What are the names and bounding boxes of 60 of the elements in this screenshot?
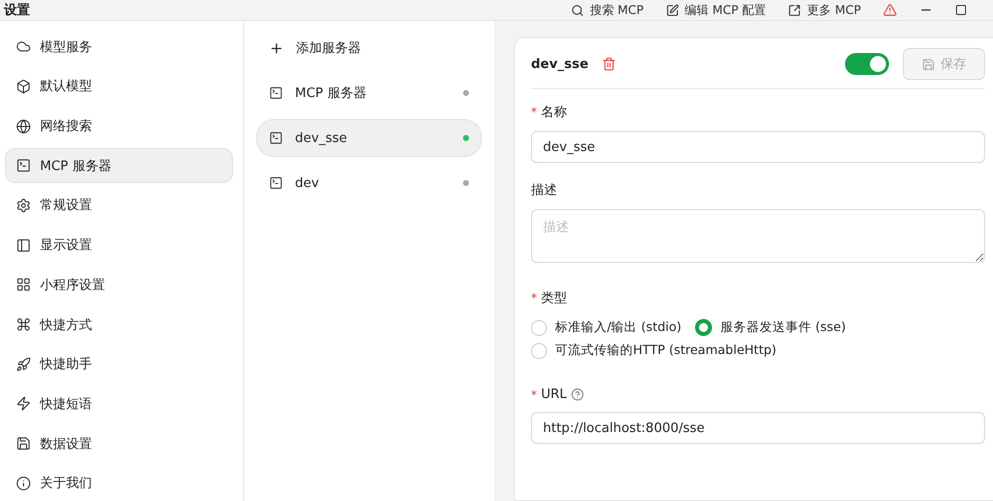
- grid-icon: [16, 277, 31, 292]
- search-icon: [570, 4, 584, 16]
- command-icon: [16, 317, 31, 332]
- server-name: MCP 服务器: [295, 85, 368, 102]
- server-item[interactable]: dev: [256, 164, 482, 202]
- panel-icon: [16, 238, 31, 253]
- field-label: URL: [541, 387, 567, 402]
- url-input[interactable]: http://localhost:8000/sse: [531, 412, 985, 444]
- search-mcp-button[interactable]: 搜索 MCP: [570, 2, 644, 18]
- sidebar-item[interactable]: MCP 服务器: [5, 148, 233, 184]
- server-item[interactable]: MCP 服务器: [256, 74, 482, 112]
- type-radio[interactable]: 服务器发送事件 (sse): [695, 319, 846, 336]
- sidebar-item[interactable]: 模型服务: [5, 29, 233, 64]
- more-mcp-button[interactable]: 更多 MCP: [788, 2, 861, 18]
- terminal-icon: [269, 176, 283, 190]
- server-name: dev_sse: [295, 130, 348, 146]
- terminal-icon: [269, 86, 283, 100]
- sidebar-item[interactable]: 常规设置: [5, 188, 233, 224]
- enable-toggle[interactable]: [845, 53, 889, 75]
- field-label: 类型: [541, 290, 567, 307]
- field-label: 名称: [541, 104, 567, 121]
- window-title: 设置: [4, 2, 31, 19]
- rocket-icon: [16, 356, 31, 372]
- server-title: dev_sse: [531, 56, 588, 72]
- maximize-icon[interactable]: [955, 4, 967, 16]
- sidebar-item[interactable]: 快捷短语: [5, 386, 233, 422]
- type-radio[interactable]: 标准输入/输出 (stdio): [531, 319, 682, 336]
- sidebar-item[interactable]: 显示设置: [5, 228, 233, 263]
- required-mark: *: [531, 105, 537, 119]
- edit-config-button[interactable]: 编辑 MCP 配置: [666, 2, 766, 18]
- cube-icon: [16, 78, 31, 94]
- required-mark: *: [531, 388, 537, 402]
- terminal-icon: [269, 131, 283, 145]
- info-icon: [16, 476, 31, 491]
- terminal-icon: [16, 158, 31, 174]
- sidebar-item[interactable]: 数据设置: [5, 426, 233, 462]
- sidebar-item[interactable]: 关于我们: [5, 466, 233, 501]
- field-label: 描述: [531, 182, 557, 199]
- sidebar-item[interactable]: 快捷方式: [5, 306, 233, 342]
- settings-icon: [16, 198, 31, 213]
- add-server-button[interactable]: 添加服务器: [256, 29, 482, 67]
- sidebar-item[interactable]: 快捷助手: [5, 346, 233, 382]
- sidebar-item[interactable]: 小程序设置: [5, 267, 233, 302]
- globe-icon: [16, 118, 31, 134]
- external-link-icon: [788, 4, 802, 16]
- description-input[interactable]: 描述: [531, 209, 985, 263]
- pen-icon: [666, 4, 679, 16]
- type-radio[interactable]: 可流式传输的HTTP (streamableHttp): [531, 342, 776, 359]
- cloud-icon: [16, 39, 31, 54]
- server-item[interactable]: dev_sse: [256, 119, 482, 157]
- name-input[interactable]: dev_sse: [531, 131, 985, 163]
- lightning-icon: [16, 396, 31, 412]
- sidebar-item[interactable]: 网络搜索: [5, 108, 233, 144]
- required-mark: *: [531, 291, 537, 305]
- sidebar-item[interactable]: 默认模型: [5, 68, 233, 104]
- warning-icon[interactable]: [883, 3, 897, 17]
- plus-icon: [269, 40, 284, 56]
- server-name: dev: [295, 176, 320, 190]
- help-icon[interactable]: [570, 388, 584, 401]
- trash-icon[interactable]: [602, 57, 616, 71]
